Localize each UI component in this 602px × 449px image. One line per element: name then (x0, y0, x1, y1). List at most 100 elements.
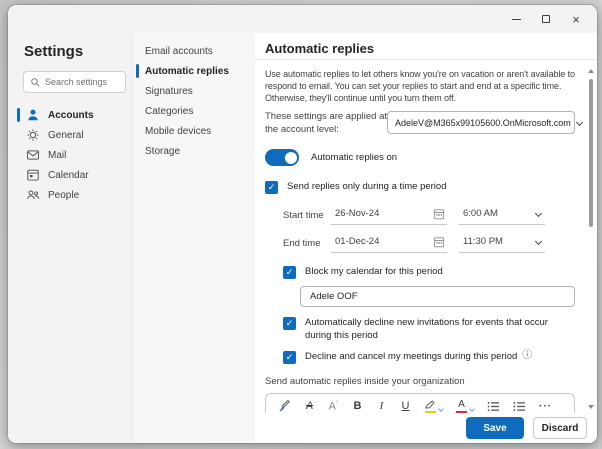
toggle-label: Automatic replies on (311, 152, 398, 164)
chevron-down-icon[interactable] (469, 405, 475, 412)
settings-sidebar: Settings Accounts (8, 33, 133, 443)
clear-formatting-icon[interactable]: A (304, 401, 315, 412)
maximize-button[interactable] (531, 8, 561, 30)
nav-item-categories[interactable]: Categories (133, 101, 255, 121)
start-time-label: Start time (283, 209, 324, 221)
account-scope-row: These settings are applied at the accoun… (265, 111, 583, 136)
chevron-down-icon[interactable] (438, 405, 444, 412)
titlebar: × (8, 5, 597, 33)
end-date-value: 01-Dec-24 (335, 236, 380, 248)
page-title: Automatic replies (265, 41, 375, 56)
save-button[interactable]: Save (466, 417, 524, 439)
nav-item-automatic-replies[interactable]: Automatic replies (133, 61, 255, 81)
chevron-down-icon (575, 119, 583, 127)
sidebar-item-calendar[interactable]: Calendar (17, 165, 132, 185)
block-calendar-label: Block my calendar for this period (305, 266, 443, 278)
block-calendar-checkbox[interactable] (283, 266, 296, 280)
automatic-replies-panel: Automatic replies Use automatic replies … (255, 33, 597, 443)
chevron-down-icon[interactable] (534, 238, 543, 246)
search-input[interactable] (45, 77, 125, 87)
sidebar-item-general[interactable]: General (17, 125, 132, 145)
panel-header: Automatic replies (255, 33, 597, 60)
sidebar-item-label: People (48, 189, 80, 201)
auto-decline-row: Automatically decline new invitations fo… (283, 317, 575, 343)
close-icon: × (572, 11, 580, 27)
more-options-button[interactable]: ··· (539, 401, 552, 412)
start-time-field[interactable]: 6:00 AM (459, 205, 545, 226)
nav-item-label: Mobile devices (145, 125, 212, 137)
selected-indicator (17, 108, 20, 122)
start-date-value: 26-Nov-24 (335, 208, 380, 220)
sidebar-item-label: Calendar (48, 169, 89, 181)
calendar-picker-icon[interactable] (433, 208, 445, 220)
end-date-field[interactable]: 01-Dec-24 (331, 233, 447, 254)
event-title-input[interactable] (300, 286, 575, 308)
nav-item-label: Automatic replies (145, 65, 229, 77)
calendar-picker-icon[interactable] (433, 236, 445, 248)
sidebar-item-people[interactable]: People (17, 185, 132, 205)
search-box[interactable] (23, 71, 126, 93)
font-color-button[interactable]: A (456, 399, 475, 414)
minimize-icon (511, 18, 521, 20)
scroll-down-arrow[interactable] (588, 405, 594, 409)
sidebar-item-mail[interactable]: Mail (17, 145, 132, 165)
end-time-value: 11:30 PM (463, 236, 503, 248)
account-settings-nav: Email accounts Automatic replies Signatu… (133, 33, 255, 443)
info-icon[interactable]: ⓘ (522, 350, 532, 361)
inside-org-label: Send automatic replies inside your organ… (265, 375, 465, 387)
send-period-label: Send replies only during a time period (287, 181, 447, 193)
description-text: Use automatic replies to let others know… (265, 69, 575, 104)
sidebar-item-accounts[interactable]: Accounts (17, 105, 132, 125)
chevron-down-icon[interactable] (534, 210, 543, 218)
close-button[interactable]: × (561, 8, 591, 30)
numbered-list-icon[interactable] (513, 401, 526, 412)
time-range-section: Start time 26-Nov-24 6:00 AM End time 01… (283, 204, 575, 254)
highlight-button[interactable] (424, 400, 444, 414)
auto-decline-label: Automatically decline new invitations fo… (305, 317, 548, 341)
nav-item-mobile-devices[interactable]: Mobile devices (133, 121, 255, 141)
automatic-replies-toggle-row: Automatic replies on (265, 149, 575, 167)
automatic-replies-toggle[interactable] (265, 149, 299, 167)
bold-button[interactable]: B (352, 401, 363, 412)
discard-button[interactable]: Discard (533, 417, 587, 439)
sidebar-item-label: Mail (48, 149, 67, 161)
nav-item-signatures[interactable]: Signatures (133, 81, 255, 101)
settings-window: × Settings Search settings Accounts Gene… (8, 5, 597, 443)
scrollbar-thumb[interactable] (589, 79, 593, 227)
start-time-value: 6:00 AM (463, 208, 498, 220)
send-period-checkbox[interactable] (265, 181, 278, 195)
end-time-row: End time 01-Dec-24 11:30 PM (283, 232, 575, 254)
minimize-button[interactable] (501, 8, 531, 30)
panel-footer: Save Discard (255, 413, 597, 443)
format-painter-icon[interactable] (278, 400, 291, 413)
sidebar-item-label: General (48, 129, 84, 141)
nav-item-label: Categories (145, 105, 194, 117)
nav-item-label: Email accounts (145, 45, 213, 57)
nav-item-email-accounts[interactable]: Email accounts (133, 41, 255, 61)
period-options: Block my calendar for this period Automa… (283, 266, 575, 364)
person-icon (28, 109, 38, 121)
nav-item-storage[interactable]: Storage (133, 141, 255, 161)
end-time-field[interactable]: 11:30 PM (459, 233, 545, 254)
account-select[interactable]: AdeleV@M365x99105600.OnMicrosoft.com (387, 111, 583, 135)
decline-cancel-label: Decline and cancel my meetings during th… (305, 350, 518, 362)
formatting-toolbar: A A° B I U A ··· (278, 399, 562, 414)
panel-scroll-region: Use automatic replies to let others know… (255, 61, 597, 443)
search-icon (31, 77, 40, 86)
nav-item-label: Signatures (145, 85, 193, 97)
auto-decline-checkbox[interactable] (283, 317, 296, 331)
start-date-field[interactable]: 26-Nov-24 (331, 205, 447, 226)
font-size-icon[interactable]: A° (328, 401, 339, 413)
vertical-scrollbar[interactable] (586, 69, 596, 409)
scroll-up-arrow[interactable] (588, 69, 594, 73)
mail-icon (27, 150, 39, 160)
account-select-value: AdeleV@M365x99105600.OnMicrosoft.com (395, 117, 571, 128)
decline-cancel-checkbox[interactable] (283, 350, 296, 364)
sidebar-item-label: Accounts (48, 109, 94, 121)
italic-button[interactable]: I (376, 401, 387, 412)
underline-button[interactable]: U (400, 401, 411, 412)
send-period-row: Send replies only during a time period (265, 181, 575, 195)
start-time-row: Start time 26-Nov-24 6:00 AM (283, 204, 575, 226)
settings-title: Settings (24, 43, 84, 60)
bullet-list-icon[interactable] (487, 401, 500, 412)
